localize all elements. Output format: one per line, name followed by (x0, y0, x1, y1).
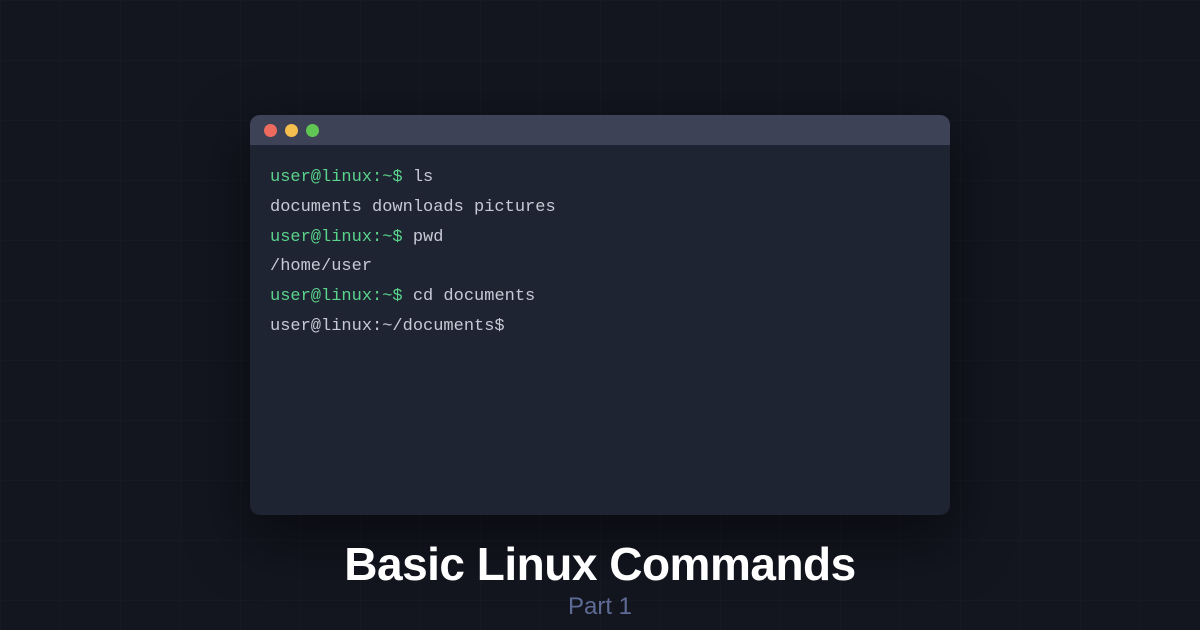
window-titlebar (250, 115, 950, 145)
maximize-icon[interactable] (306, 124, 319, 137)
shell-prompt: user@linux:~$ (270, 228, 413, 247)
page-title: Basic Linux Commands (344, 537, 855, 591)
terminal-window: user@linux:~$ ls documents downloads pic… (250, 115, 950, 515)
terminal-line: user@linux:~$ ls (270, 163, 930, 193)
shell-prompt: user@linux:~$ (270, 168, 413, 187)
terminal-output: documents downloads pictures (270, 193, 930, 223)
terminal-line: user@linux:~$ cd documents (270, 282, 930, 312)
title-block: Basic Linux Commands Part 1 (344, 537, 855, 621)
shell-command: cd documents (413, 287, 535, 306)
minimize-icon[interactable] (285, 124, 298, 137)
terminal-body[interactable]: user@linux:~$ ls documents downloads pic… (250, 145, 950, 515)
shell-command: ls (413, 168, 433, 187)
terminal-output: user@linux:~/documents$ (270, 312, 930, 342)
close-icon[interactable] (264, 124, 277, 137)
shell-command: pwd (413, 228, 444, 247)
shell-prompt: user@linux:~$ (270, 287, 413, 306)
terminal-line: user@linux:~$ pwd (270, 223, 930, 253)
page-subtitle: Part 1 (344, 593, 855, 621)
terminal-output: /home/user (270, 252, 930, 282)
